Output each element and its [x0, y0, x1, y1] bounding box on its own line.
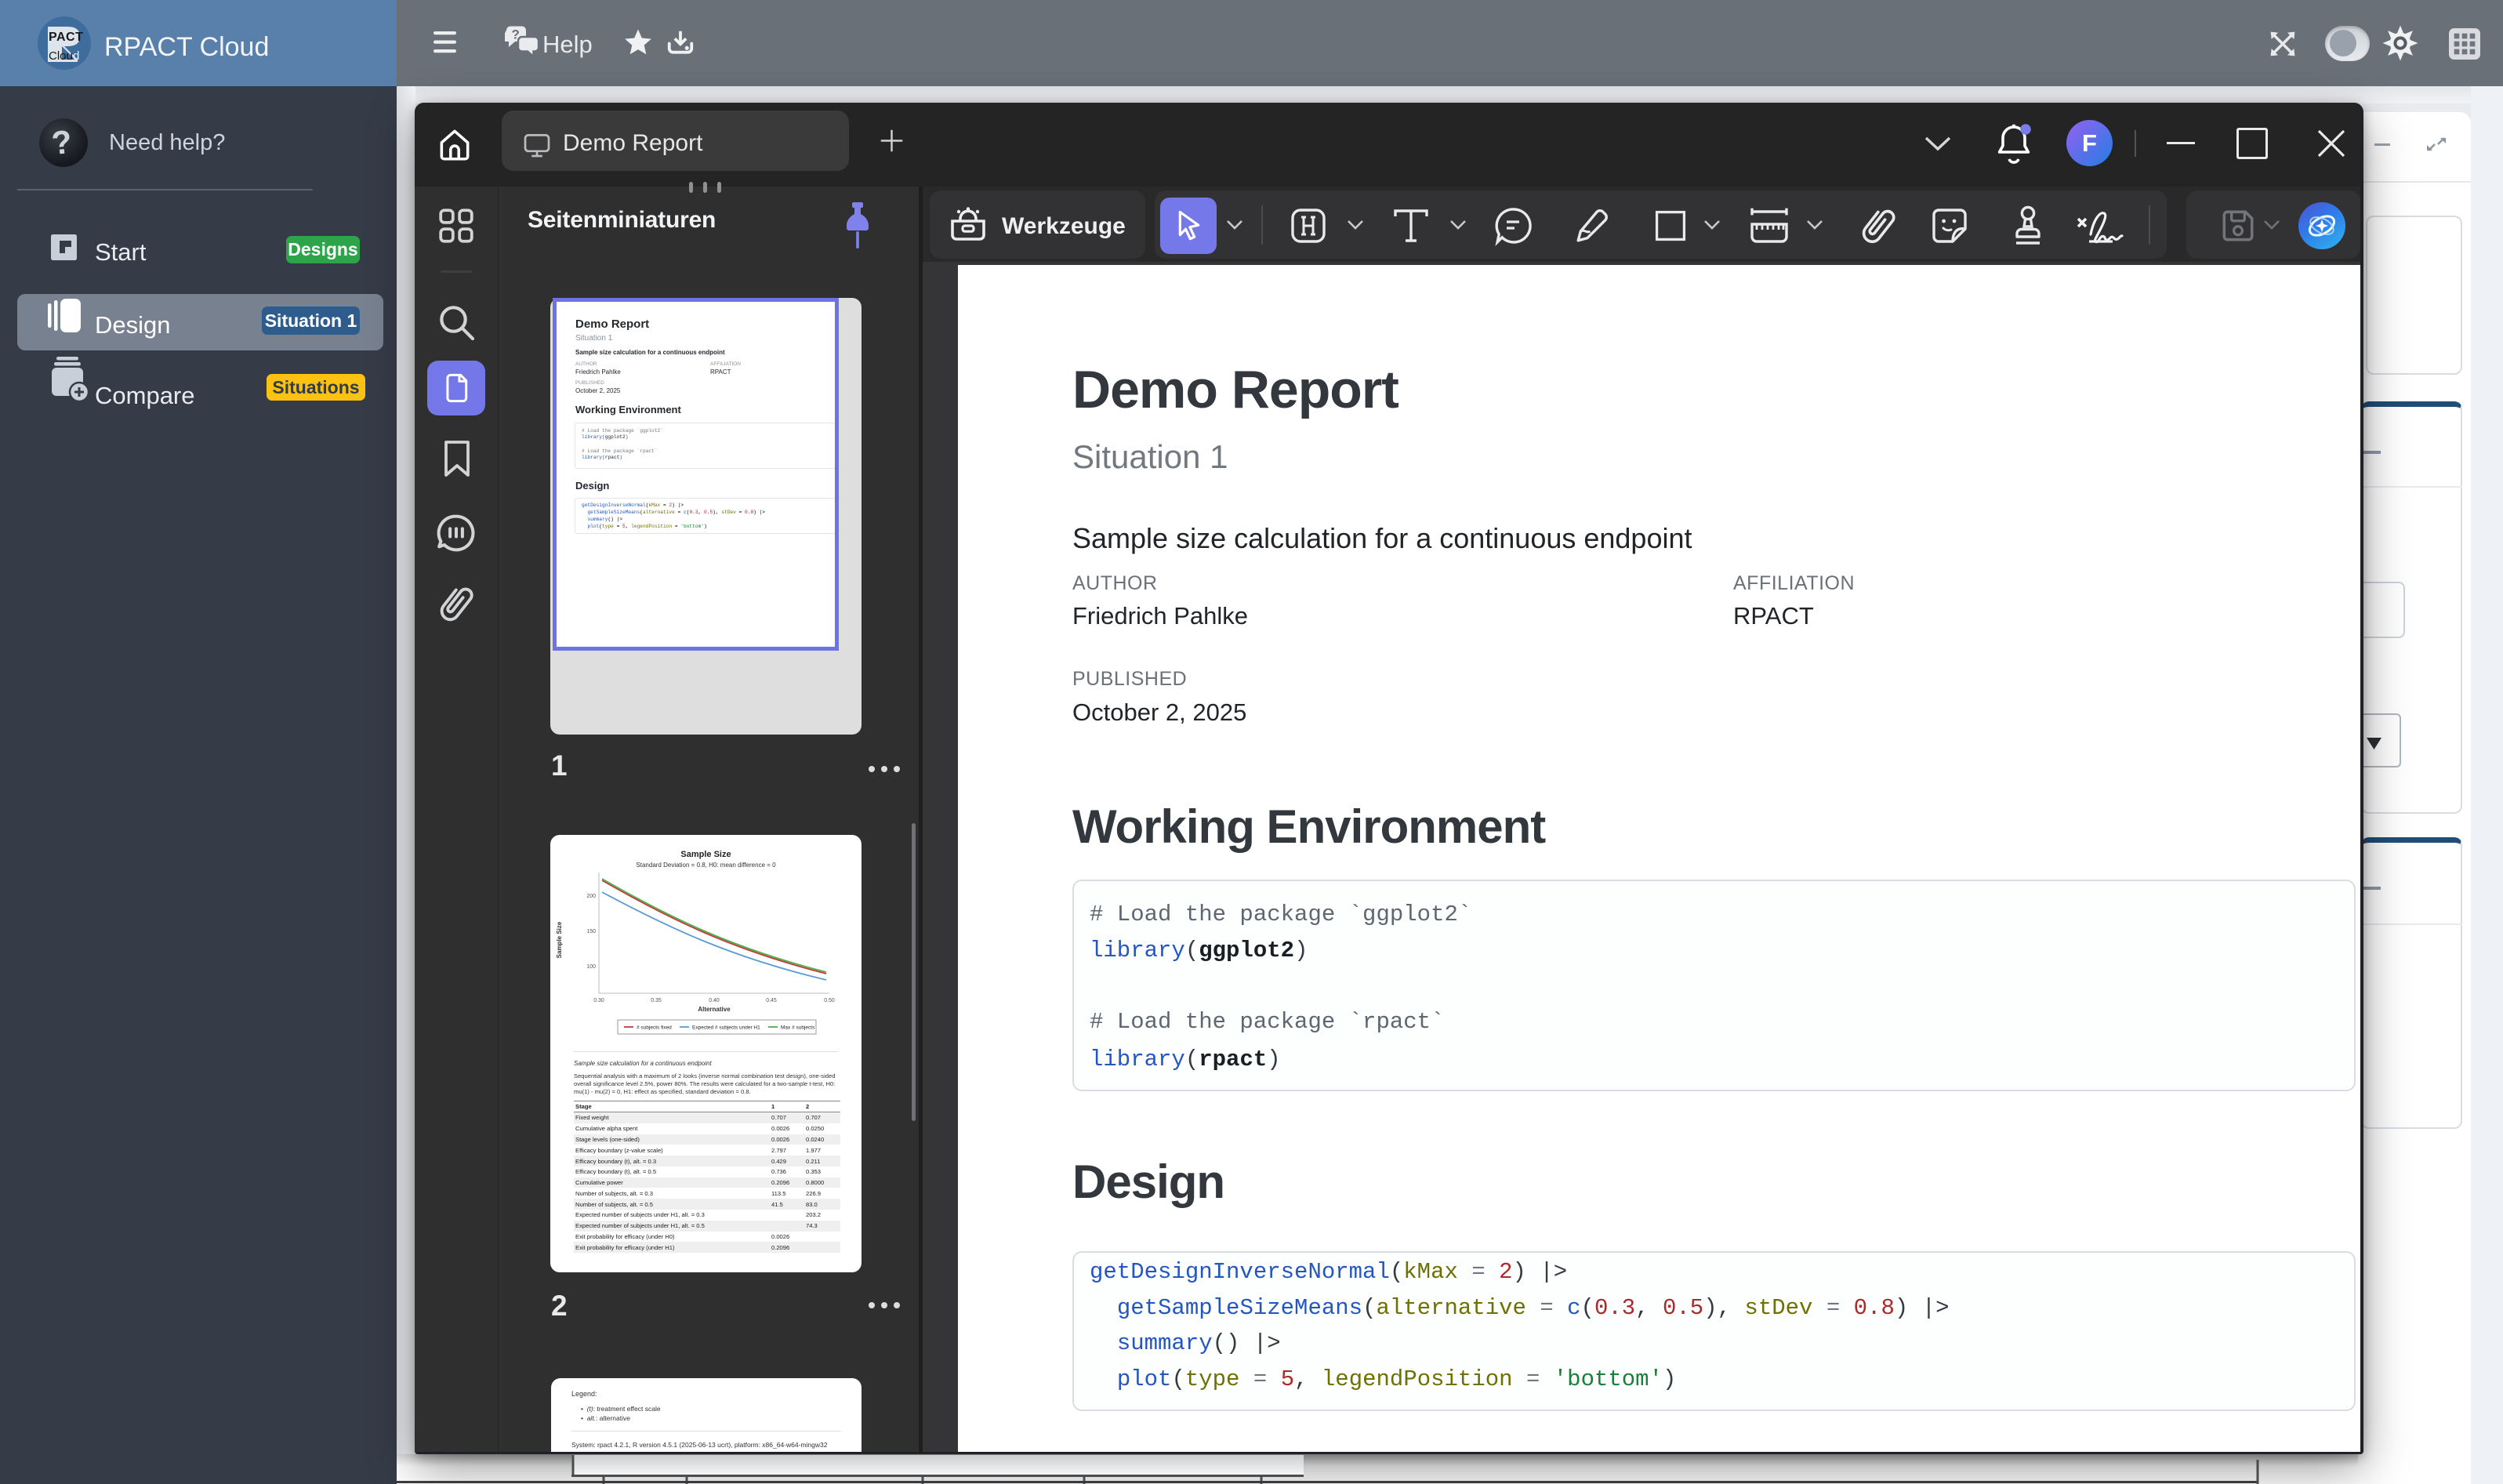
svg-text:Clou: Clou — [49, 49, 73, 63]
svg-text:Expected # subjects under H1: Expected # subjects under H1 — [692, 1025, 760, 1031]
svg-text:0.40: 0.40 — [709, 998, 720, 1003]
svg-text:0.50: 0.50 — [824, 998, 835, 1003]
svg-text:100: 100 — [586, 964, 596, 970]
svg-text:Max # subjects: Max # subjects — [781, 1025, 815, 1031]
svg-text:d: d — [73, 49, 79, 63]
svg-text:0.45: 0.45 — [766, 998, 777, 1003]
svg-text:0.30: 0.30 — [593, 998, 604, 1003]
svg-text:# subjects fixed: # subjects fixed — [637, 1025, 672, 1031]
svg-text:0.35: 0.35 — [651, 998, 662, 1003]
svg-text:200: 200 — [586, 894, 596, 899]
svg-text:PACT: PACT — [49, 31, 83, 44]
svg-text:Sample Size: Sample Size — [556, 921, 563, 958]
svg-text:150: 150 — [586, 929, 596, 934]
svg-text:Alternative: Alternative — [698, 1006, 731, 1013]
